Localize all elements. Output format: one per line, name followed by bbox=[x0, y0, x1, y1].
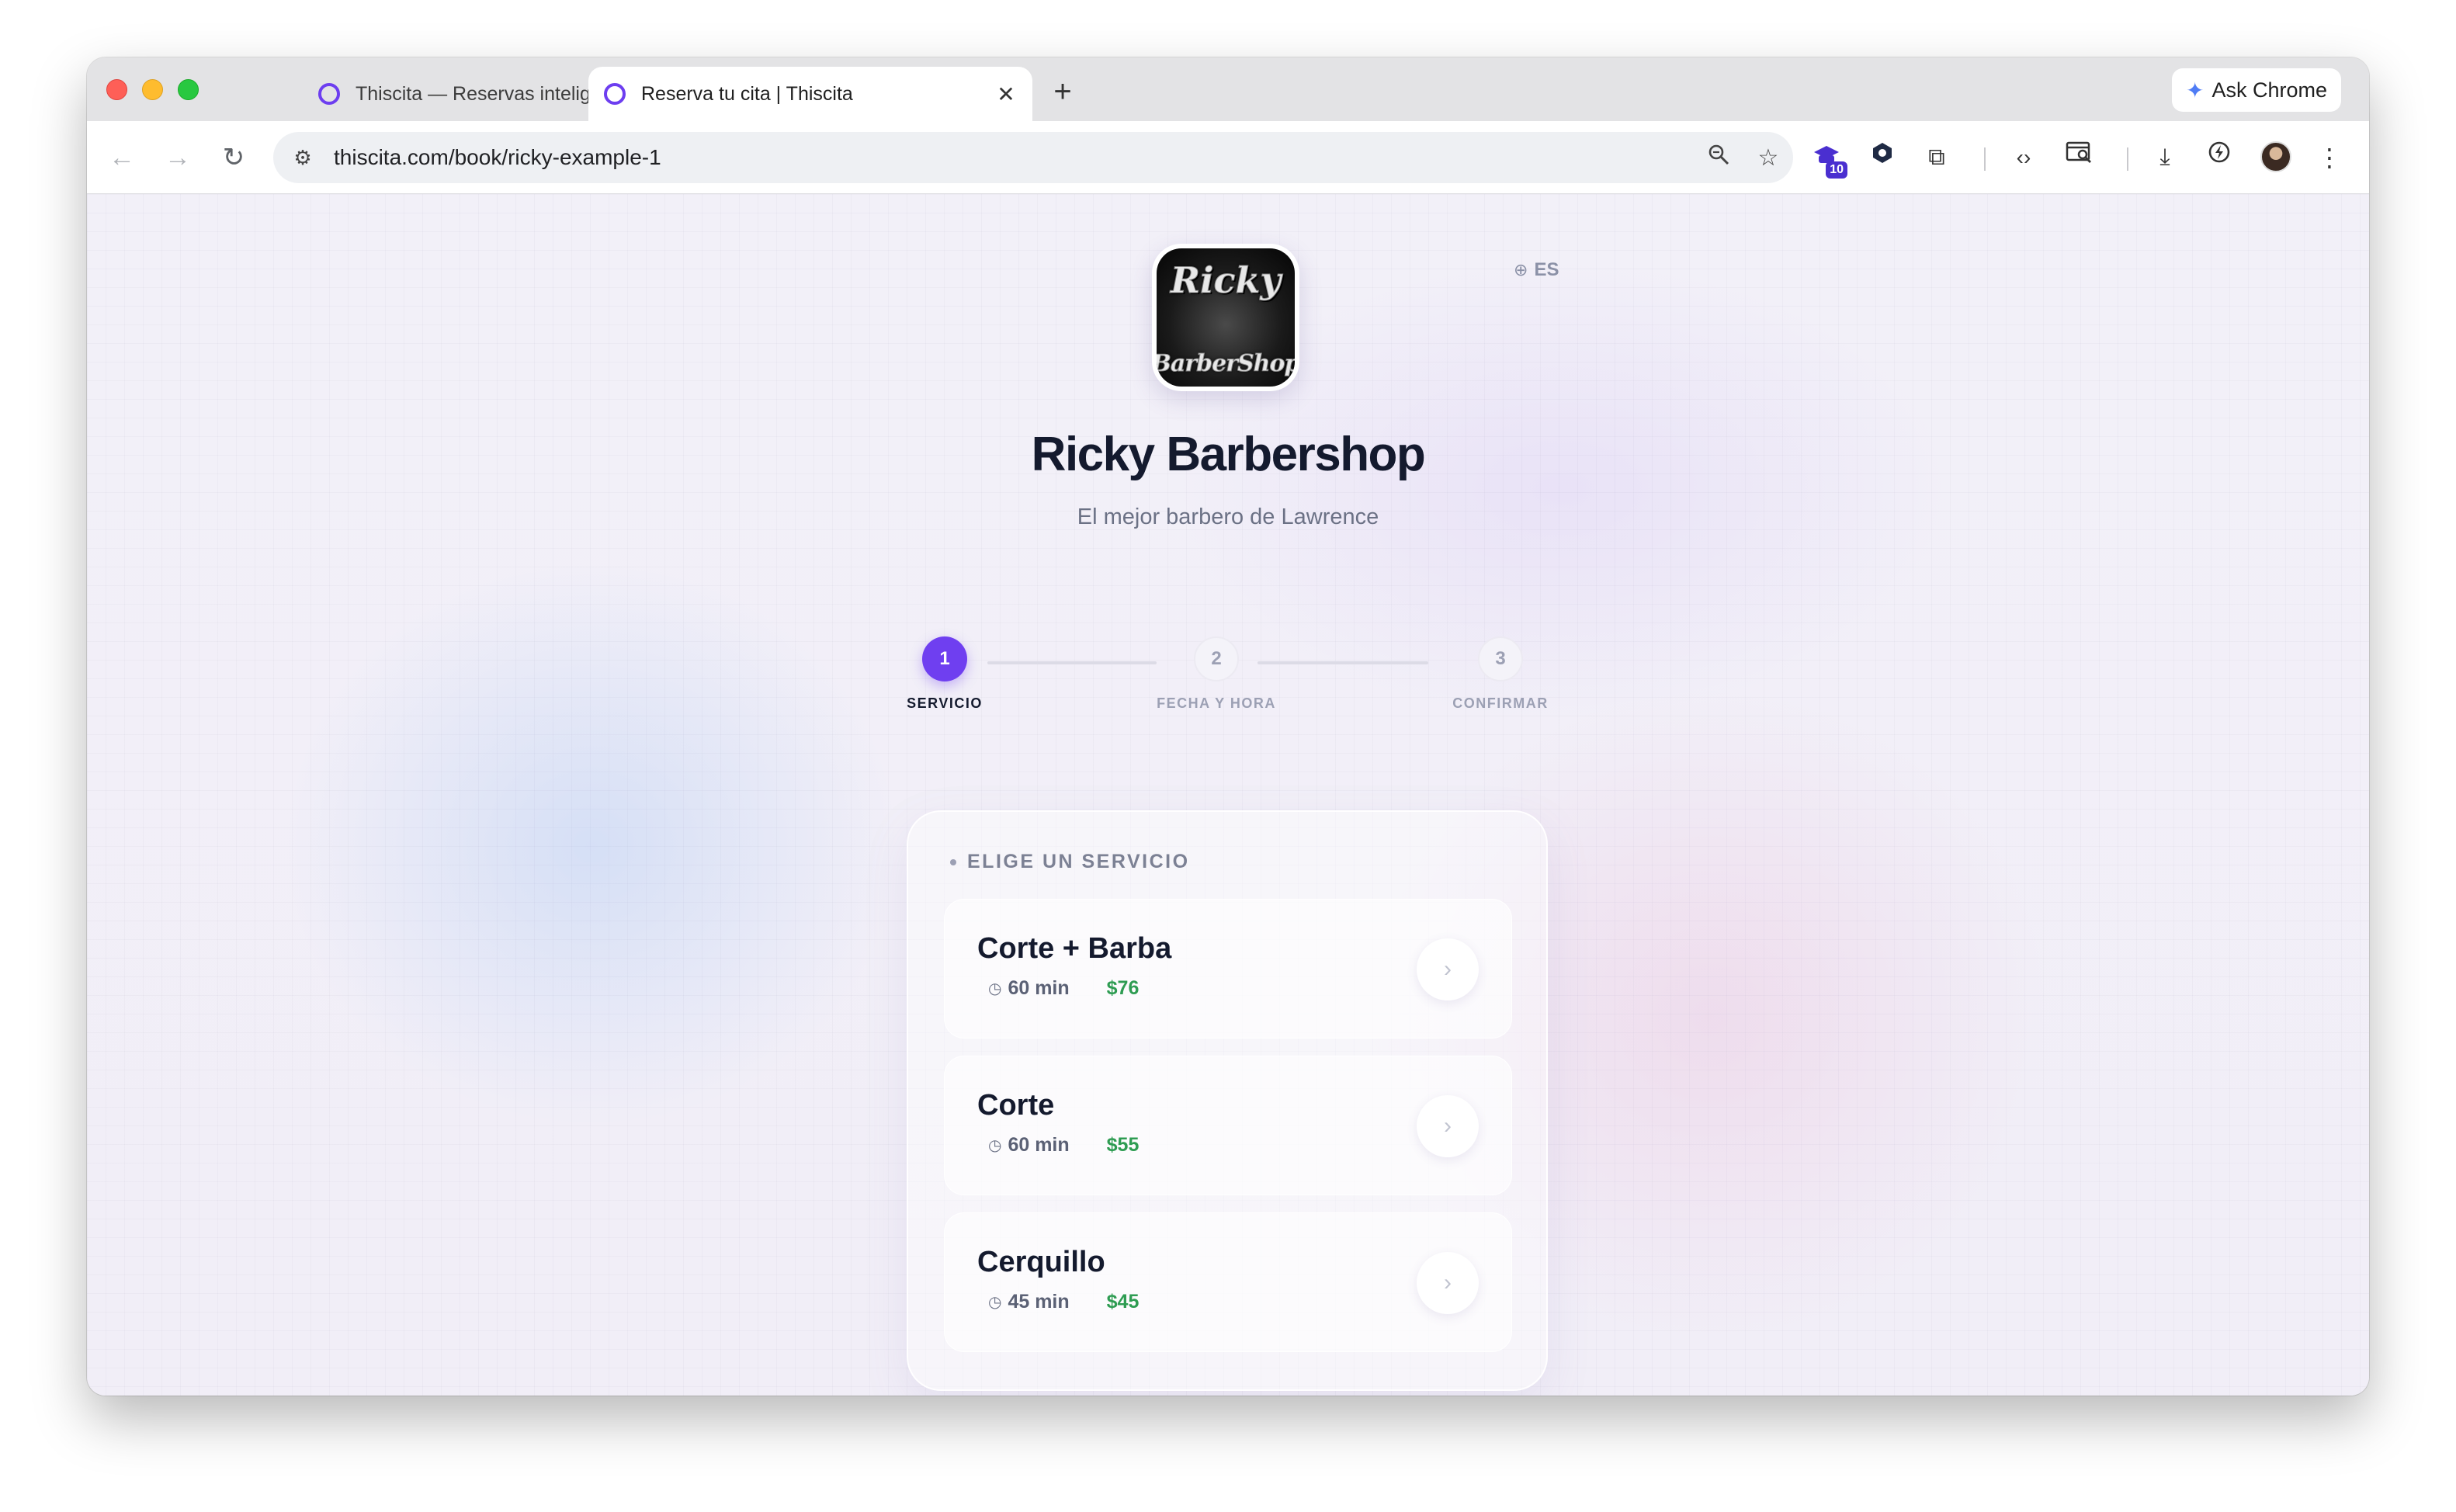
browser-window: Thiscita — Reservas inteligentes ✕ Reser… bbox=[87, 57, 2369, 1396]
zoom-window-button[interactable] bbox=[178, 79, 199, 100]
thiscita-favicon-icon bbox=[604, 83, 626, 105]
service-meta: ◷ 60 min $76 bbox=[988, 977, 1139, 1000]
step-2-circle: 2 bbox=[1194, 636, 1239, 681]
service-name: Corte + Barba bbox=[977, 932, 1172, 965]
close-window-button[interactable] bbox=[106, 79, 127, 100]
service-duration: 60 min bbox=[1008, 1134, 1070, 1156]
service-price: $45 bbox=[1106, 1291, 1140, 1313]
page-viewport: Ricky BarberShop ⊕ ES Ricky Barbershop E… bbox=[87, 194, 2369, 1396]
service-price: $55 bbox=[1106, 1134, 1140, 1156]
logo-text-top: Ricky bbox=[1170, 259, 1282, 302]
service-meta: ◷ 60 min $55 bbox=[988, 1134, 1139, 1157]
service-option-corte[interactable]: Corte ◷ 60 min $55 › bbox=[944, 1056, 1512, 1195]
ask-chrome-button[interactable]: ✦ Ask Chrome bbox=[2171, 68, 2341, 112]
service-option-corte-barba[interactable]: Corte + Barba ◷ 60 min $76 › bbox=[944, 899, 1512, 1039]
step-connector bbox=[1257, 661, 1428, 664]
code-icon[interactable]: ‹› bbox=[2006, 140, 2041, 175]
star-icon[interactable]: ☆ bbox=[1743, 144, 1793, 172]
chevron-right-icon[interactable]: › bbox=[1417, 938, 1479, 1000]
tab-title: Thiscita — Reservas inteligentes bbox=[356, 82, 626, 105]
service-option-cerquillo[interactable]: Cerquillo ◷ 45 min $45 › bbox=[944, 1212, 1512, 1352]
arrow-left-icon[interactable]: ← bbox=[102, 138, 141, 177]
service-duration: 60 min bbox=[1008, 977, 1070, 999]
clock-icon: ◷ bbox=[988, 1137, 1002, 1154]
extension-graduation-icon[interactable]: 10 bbox=[1809, 140, 1847, 179]
new-tab-button[interactable]: + bbox=[1043, 73, 1082, 112]
service-name: Corte bbox=[977, 1089, 1055, 1122]
clock-icon: ◷ bbox=[988, 980, 1002, 997]
service-meta: ◷ 45 min $45 bbox=[988, 1291, 1139, 1313]
chevron-right-icon[interactable]: › bbox=[1417, 1252, 1479, 1314]
minimize-window-button[interactable] bbox=[142, 79, 163, 100]
logo-text-bottom: BarberShop bbox=[1157, 350, 1295, 378]
zoom-icon[interactable] bbox=[1694, 143, 1743, 172]
sparkle-icon: ✦ bbox=[2185, 78, 2205, 102]
shop-name: Ricky Barbershop bbox=[1031, 428, 1426, 481]
extension-badge: 10 bbox=[1826, 161, 1847, 179]
step-1-label: SERVICIO bbox=[907, 695, 983, 711]
service-name: Cerquillo bbox=[977, 1246, 1105, 1278]
download-icon[interactable]: ⤓ bbox=[2147, 140, 2183, 175]
performance-icon[interactable] bbox=[2201, 140, 2237, 175]
language-code: ES bbox=[1534, 259, 1559, 280]
tab-booking[interactable]: Reserva tu cita | Thiscita ✕ bbox=[588, 67, 1032, 121]
profile-avatar[interactable] bbox=[2260, 141, 2291, 172]
more-menu-icon[interactable]: ⋮ bbox=[2312, 140, 2347, 175]
tab-title: Reserva tu cita | Thiscita bbox=[641, 82, 853, 105]
step-1-circle: 1 bbox=[922, 636, 967, 681]
service-duration: 45 min bbox=[1008, 1291, 1070, 1313]
service-price: $76 bbox=[1106, 977, 1140, 999]
extension-hex-icon[interactable] bbox=[1865, 140, 1900, 175]
reload-icon[interactable]: ↻ bbox=[214, 138, 253, 177]
thiscita-favicon-icon bbox=[318, 83, 340, 105]
toolbar-divider bbox=[2127, 147, 2128, 171]
extensions-puzzle-icon[interactable]: ⧉ bbox=[1919, 140, 1955, 175]
services-heading-text: ELIGE UN SERVICIO bbox=[967, 851, 1190, 872]
step-2-label: FECHA Y HORA bbox=[1157, 695, 1276, 711]
step-3-label: CONFIRMAR bbox=[1452, 695, 1549, 711]
language-switcher[interactable]: ⊕ ES bbox=[1514, 259, 1559, 281]
service-selection-card: ELIGE UN SERVICIO Corte + Barba ◷ 60 min… bbox=[907, 810, 1548, 1391]
heading-dot bbox=[950, 858, 956, 865]
services-heading: ELIGE UN SERVICIO bbox=[950, 851, 1190, 873]
tune-icon[interactable]: ⚙ bbox=[287, 146, 318, 170]
shop-tagline: El mejor barbero de Lawrence bbox=[1077, 505, 1379, 529]
arrow-right-icon[interactable]: → bbox=[158, 138, 197, 177]
close-tab-icon[interactable]: ✕ bbox=[990, 81, 1022, 107]
ask-chrome-label: Ask Chrome bbox=[2211, 78, 2327, 102]
toolbar-divider bbox=[1984, 147, 1986, 171]
browser-toolbar: ← → ↻ ⚙ thiscita.com/book/ricky-example-… bbox=[87, 121, 2369, 194]
address-bar[interactable]: ⚙ thiscita.com/book/ricky-example-1 ☆ bbox=[273, 132, 1793, 183]
step-connector bbox=[987, 661, 1157, 664]
url-text[interactable]: thiscita.com/book/ricky-example-1 bbox=[334, 145, 1694, 170]
tab-search-icon[interactable] bbox=[2062, 140, 2097, 175]
globe-icon: ⊕ bbox=[1514, 260, 1528, 279]
chevron-right-icon[interactable]: › bbox=[1417, 1095, 1479, 1157]
shop-logo: Ricky BarberShop bbox=[1152, 244, 1299, 391]
tab-strip: Thiscita — Reservas inteligentes ✕ Reser… bbox=[87, 57, 2369, 121]
step-3-circle: 3 bbox=[1478, 636, 1523, 681]
clock-icon: ◷ bbox=[988, 1294, 1002, 1311]
